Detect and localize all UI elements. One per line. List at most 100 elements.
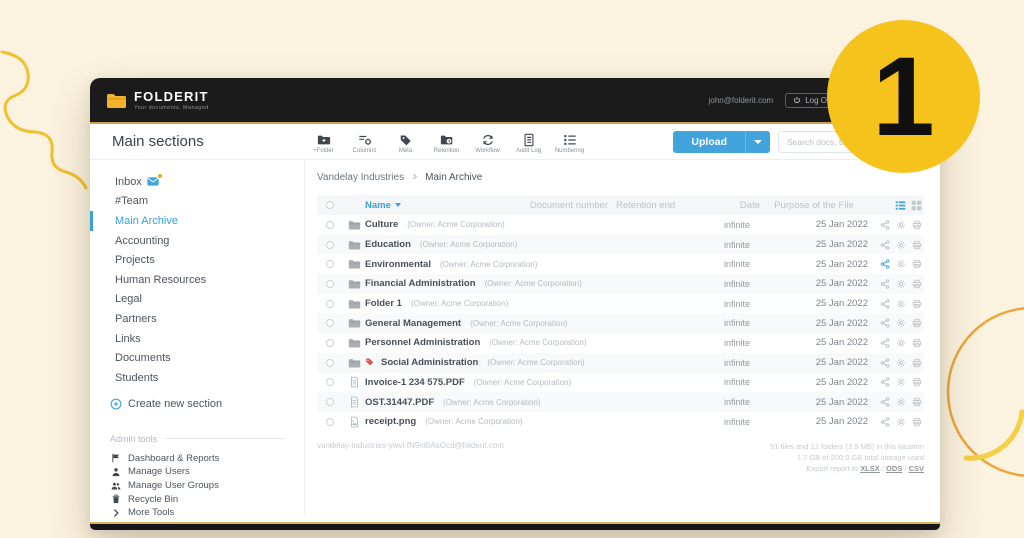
printer-icon[interactable]: [912, 240, 922, 250]
printer-icon[interactable]: [912, 377, 922, 387]
settings-gear-icon[interactable]: [896, 377, 906, 387]
toolbar-columns-button[interactable]: Columns: [346, 133, 383, 154]
row-checkbox[interactable]: [326, 280, 334, 288]
table-row[interactable]: Personnel Administration (Owner: Acme Co…: [317, 333, 924, 353]
admin-item-trash[interactable]: Recycle Bin: [110, 492, 286, 506]
settings-gear-icon[interactable]: [896, 220, 906, 230]
table-row[interactable]: Financial Administration (Owner: Acme Co…: [317, 274, 924, 294]
row-checkbox[interactable]: [326, 398, 334, 406]
share-icon[interactable]: [880, 240, 890, 250]
row-checkbox[interactable]: [326, 359, 334, 367]
export-link[interactable]: ODS: [886, 464, 902, 473]
sidebar-item--team[interactable]: #Team: [90, 192, 304, 212]
table-row[interactable]: receipt.png (Owner: Acme Corporation) in…: [317, 412, 924, 432]
settings-gear-icon[interactable]: [896, 240, 906, 250]
printer-icon[interactable]: [912, 318, 922, 328]
row-name[interactable]: Social Administration: [381, 357, 478, 368]
sidebar-item-accounting[interactable]: Accounting: [90, 231, 304, 251]
toolbar-workflow-button[interactable]: Workflow: [469, 133, 506, 154]
printer-icon[interactable]: [912, 338, 922, 348]
table-row[interactable]: OST.31447.PDF (Owner: Acme Corporation) …: [317, 392, 924, 412]
sidebar-item-documents[interactable]: Documents: [90, 348, 304, 368]
sidebar-item-human-resources[interactable]: Human Resources: [90, 270, 304, 290]
list-view-icon[interactable]: [895, 200, 906, 211]
column-name[interactable]: Name: [365, 200, 478, 211]
row-name[interactable]: Folder 1: [365, 298, 402, 309]
upload-dropdown-toggle[interactable]: [745, 131, 770, 153]
toolbar-numbering-button[interactable]: Numbering: [551, 133, 588, 154]
create-new-section-button[interactable]: Create new section: [90, 398, 304, 410]
settings-gear-icon[interactable]: [896, 338, 906, 348]
admin-item-users[interactable]: Manage User Groups: [110, 479, 286, 493]
printer-icon[interactable]: [912, 358, 922, 368]
row-checkbox[interactable]: [326, 339, 334, 347]
printer-icon[interactable]: [912, 417, 922, 427]
export-link[interactable]: CSV: [909, 464, 924, 473]
location-email[interactable]: vandelay-industries-ywvl-fN9nI0AsOcd@fol…: [317, 441, 504, 450]
printer-icon[interactable]: [912, 299, 922, 309]
printer-icon[interactable]: [912, 220, 922, 230]
row-checkbox[interactable]: [326, 260, 334, 268]
breadcrumb-root[interactable]: Vandelay Industries: [317, 172, 404, 183]
table-row[interactable]: General Management (Owner: Acme Corporat…: [317, 313, 924, 333]
toolbar-tag-button[interactable]: Meta: [387, 133, 424, 154]
row-checkbox[interactable]: [326, 319, 334, 327]
row-checkbox[interactable]: [326, 241, 334, 249]
share-icon[interactable]: [880, 338, 890, 348]
row-name[interactable]: receipt.png: [365, 416, 416, 427]
column-date[interactable]: Date: [688, 200, 760, 211]
brand-logo[interactable]: FOLDERIT Your documents. Managed: [106, 89, 209, 111]
share-icon[interactable]: [880, 299, 890, 309]
sidebar-item-main-archive[interactable]: Main Archive: [90, 211, 304, 231]
settings-gear-icon[interactable]: [896, 259, 906, 269]
row-checkbox[interactable]: [326, 418, 334, 426]
admin-item-chevron-right[interactable]: More Tools: [110, 506, 286, 520]
row-name[interactable]: Environmental: [365, 259, 431, 270]
sidebar-item-inbox[interactable]: Inbox: [90, 172, 304, 192]
table-row[interactable]: Folder 1 (Owner: Acme Corporation) infin…: [317, 294, 924, 314]
settings-gear-icon[interactable]: [896, 318, 906, 328]
sidebar-item-legal[interactable]: Legal: [90, 290, 304, 310]
table-row[interactable]: Social Administration (Owner: Acme Corpo…: [317, 353, 924, 373]
row-name[interactable]: OST.31447.PDF: [365, 397, 434, 408]
table-row[interactable]: Environmental (Owner: Acme Corporation) …: [317, 254, 924, 274]
toolbar-audit-log-button[interactable]: Audit Log: [510, 133, 547, 154]
row-name[interactable]: Education: [365, 239, 411, 250]
settings-gear-icon[interactable]: [896, 417, 906, 427]
settings-gear-icon[interactable]: [896, 279, 906, 289]
row-name[interactable]: Financial Administration: [365, 278, 476, 289]
printer-icon[interactable]: [912, 397, 922, 407]
export-link[interactable]: XLSX: [860, 464, 880, 473]
table-row[interactable]: Education (Owner: Acme Corporation) infi…: [317, 235, 924, 255]
share-icon[interactable]: [880, 377, 890, 387]
row-name[interactable]: Culture: [365, 219, 398, 230]
table-row[interactable]: Culture (Owner: Acme Corporation) infini…: [317, 215, 924, 235]
share-icon[interactable]: [880, 397, 890, 407]
column-retention-end[interactable]: Retention end: [608, 200, 688, 211]
share-icon[interactable]: [880, 318, 890, 328]
settings-gear-icon[interactable]: [896, 299, 906, 309]
admin-item-flag[interactable]: Dashboard & Reports: [110, 452, 286, 466]
column-purpose[interactable]: Purpose of the File: [760, 200, 868, 211]
admin-item-user[interactable]: Manage Users: [110, 465, 286, 479]
breadcrumb-current[interactable]: Main Archive: [425, 172, 482, 183]
row-checkbox[interactable]: [326, 300, 334, 308]
printer-icon[interactable]: [912, 259, 922, 269]
grid-view-icon[interactable]: [911, 200, 922, 211]
column-document-number[interactable]: Document number: [478, 200, 608, 211]
select-all-checkbox[interactable]: [326, 201, 334, 209]
sidebar-item-students[interactable]: Students: [90, 368, 304, 388]
sidebar-item-projects[interactable]: Projects: [90, 250, 304, 270]
row-checkbox[interactable]: [326, 378, 334, 386]
share-icon[interactable]: [880, 220, 890, 230]
share-icon[interactable]: [880, 358, 890, 368]
row-name[interactable]: General Management: [365, 318, 461, 329]
upload-button[interactable]: Upload: [673, 131, 770, 153]
settings-gear-icon[interactable]: [896, 397, 906, 407]
row-checkbox[interactable]: [326, 221, 334, 229]
share-icon[interactable]: [880, 259, 890, 269]
sidebar-item-links[interactable]: Links: [90, 329, 304, 349]
share-icon[interactable]: [880, 417, 890, 427]
printer-icon[interactable]: [912, 279, 922, 289]
row-name[interactable]: Personnel Administration: [365, 337, 480, 348]
